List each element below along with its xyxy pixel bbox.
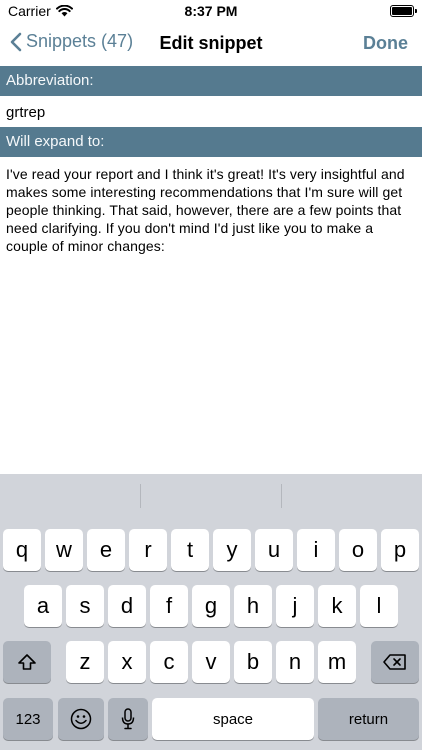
back-button[interactable]: Snippets (47) bbox=[10, 31, 133, 52]
key-a[interactable]: a bbox=[24, 585, 62, 627]
predictive-divider bbox=[140, 484, 141, 508]
key-s[interactable]: s bbox=[66, 585, 104, 627]
delete-icon bbox=[383, 654, 406, 670]
shift-key[interactable] bbox=[3, 641, 51, 683]
delete-key[interactable] bbox=[371, 641, 419, 683]
microphone-icon bbox=[121, 708, 135, 730]
emoji-key[interactable] bbox=[58, 698, 104, 740]
key-r[interactable]: r bbox=[129, 529, 167, 571]
predictive-divider bbox=[281, 484, 282, 508]
key-k[interactable]: k bbox=[318, 585, 356, 627]
key-b[interactable]: b bbox=[234, 641, 272, 683]
key-q[interactable]: q bbox=[3, 529, 41, 571]
key-g[interactable]: g bbox=[192, 585, 230, 627]
expansion-text-area[interactable]: I've read your report and I think it's g… bbox=[0, 157, 422, 263]
key-u[interactable]: u bbox=[255, 529, 293, 571]
space-key[interactable]: space bbox=[152, 698, 314, 740]
key-d[interactable]: d bbox=[108, 585, 146, 627]
key-c[interactable]: c bbox=[150, 641, 188, 683]
done-button[interactable]: Done bbox=[363, 33, 408, 54]
key-o[interactable]: o bbox=[339, 529, 377, 571]
predictive-bar bbox=[0, 474, 422, 518]
key-z[interactable]: z bbox=[66, 641, 104, 683]
key-t[interactable]: t bbox=[171, 529, 209, 571]
return-key[interactable]: return bbox=[318, 698, 419, 740]
chevron-left-icon bbox=[10, 32, 22, 51]
key-x[interactable]: x bbox=[108, 641, 146, 683]
key-v[interactable]: v bbox=[192, 641, 230, 683]
emoji-icon bbox=[70, 708, 92, 730]
back-label: Snippets (47) bbox=[26, 31, 134, 51]
key-n[interactable]: n bbox=[276, 641, 314, 683]
status-bar: Carrier 8:37 PM bbox=[0, 0, 422, 24]
key-e[interactable]: e bbox=[87, 529, 125, 571]
key-y[interactable]: y bbox=[213, 529, 251, 571]
key-m[interactable]: m bbox=[318, 641, 356, 683]
expansion-header: Will expand to: bbox=[0, 127, 422, 157]
key-w[interactable]: w bbox=[45, 529, 83, 571]
abbreviation-field[interactable]: grtrep bbox=[0, 96, 422, 127]
numbers-key[interactable]: 123 bbox=[3, 698, 53, 740]
key-i[interactable]: i bbox=[297, 529, 335, 571]
key-j[interactable]: j bbox=[276, 585, 314, 627]
status-time: 8:37 PM bbox=[184, 3, 238, 19]
battery-icon bbox=[390, 5, 417, 17]
abbreviation-header: Abbreviation: bbox=[0, 66, 422, 96]
shift-icon bbox=[18, 654, 36, 670]
keyboard: q w e r t y u i o p a s d f g h j k l z … bbox=[0, 474, 422, 750]
key-h[interactable]: h bbox=[234, 585, 272, 627]
key-p[interactable]: p bbox=[381, 529, 419, 571]
microphone-key[interactable] bbox=[108, 698, 148, 740]
navigation-bar: Snippets (47) Edit snippet Done bbox=[0, 24, 422, 66]
key-f[interactable]: f bbox=[150, 585, 188, 627]
key-l[interactable]: l bbox=[360, 585, 398, 627]
